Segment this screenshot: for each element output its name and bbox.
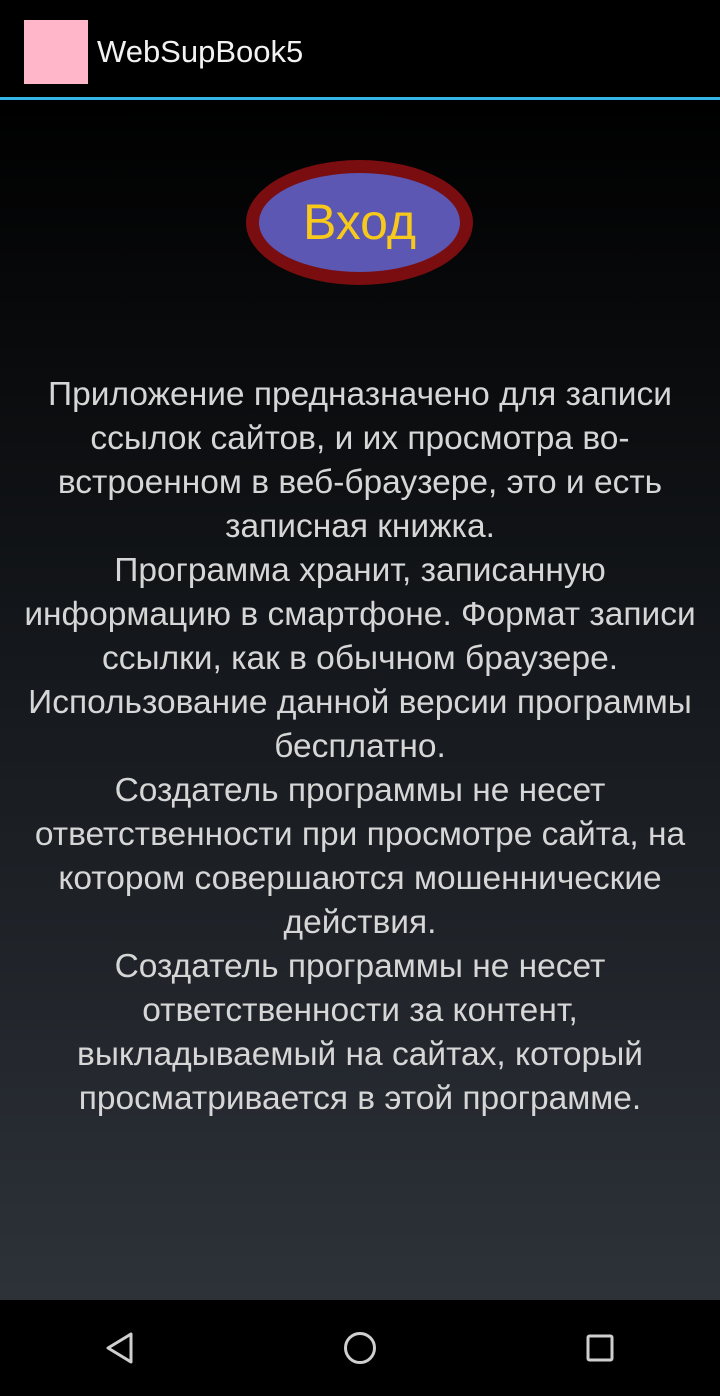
description-paragraph: Приложение предназначено для записи ссыл… — [48, 376, 672, 545]
description-paragraph: Программа хранит, записанную информацию … — [24, 552, 696, 677]
app-title: WebSupBook5 — [97, 34, 304, 69]
home-button[interactable] — [336, 1324, 384, 1372]
description-text: Приложение предназначено для записи ссыл… — [8, 373, 712, 1121]
login-button-label: Вход — [302, 193, 417, 250]
back-button[interactable] — [96, 1324, 144, 1372]
recents-square-icon — [586, 1334, 614, 1362]
description-paragraph: Создатель программы не несет ответственн… — [34, 772, 686, 941]
recents-button[interactable] — [576, 1324, 624, 1372]
app-icon — [24, 20, 88, 84]
action-bar: WebSupBook5 — [0, 0, 720, 97]
login-button[interactable]: Вход — [246, 160, 473, 285]
back-triangle-icon — [106, 1332, 133, 1364]
main-content: Вход Приложение предназначено для записи… — [0, 100, 720, 1300]
navigation-bar — [0, 1300, 720, 1396]
description-paragraph: Использование данной версии программы бе… — [28, 684, 692, 765]
home-circle-icon — [344, 1332, 376, 1364]
description-paragraph: Создатель программы не несет ответственн… — [77, 948, 643, 1117]
screen: WebSupBook5 Вход Приложение предназначен… — [0, 0, 720, 1396]
